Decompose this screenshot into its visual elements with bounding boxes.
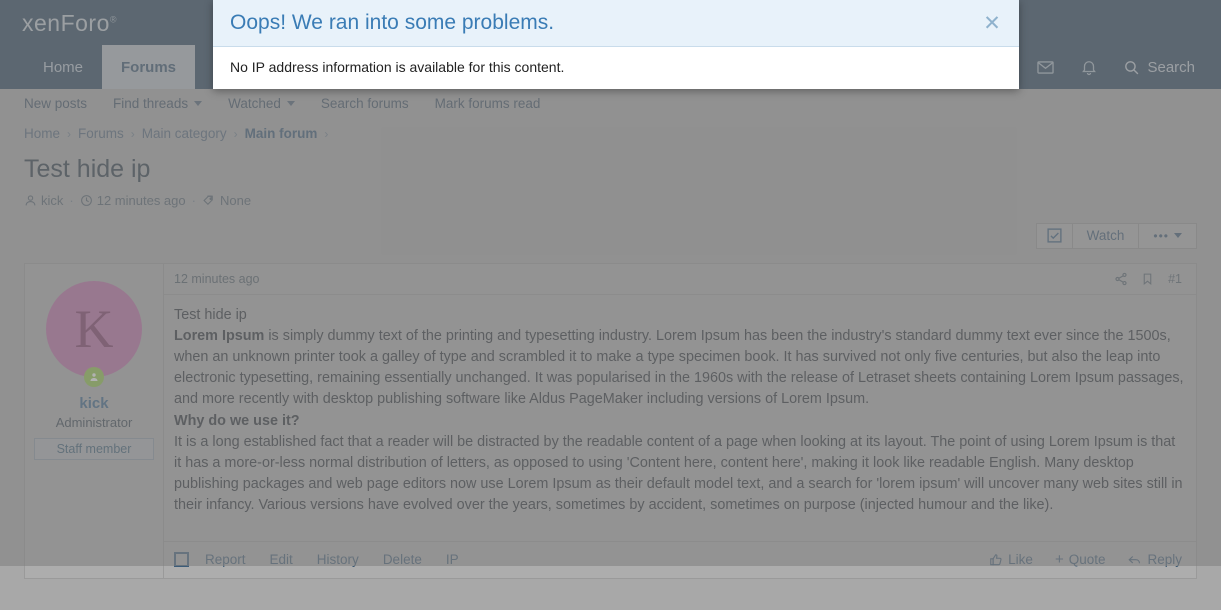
error-dialog-title: Oops! We ran into some problems. [230,11,979,35]
close-icon[interactable]: ✕ [979,10,1005,36]
error-dialog-message: No IP address information is available f… [213,47,1019,89]
error-dialog-header: Oops! We ran into some problems. ✕ [213,0,1019,47]
error-dialog: Oops! We ran into some problems. ✕ No IP… [213,0,1019,89]
